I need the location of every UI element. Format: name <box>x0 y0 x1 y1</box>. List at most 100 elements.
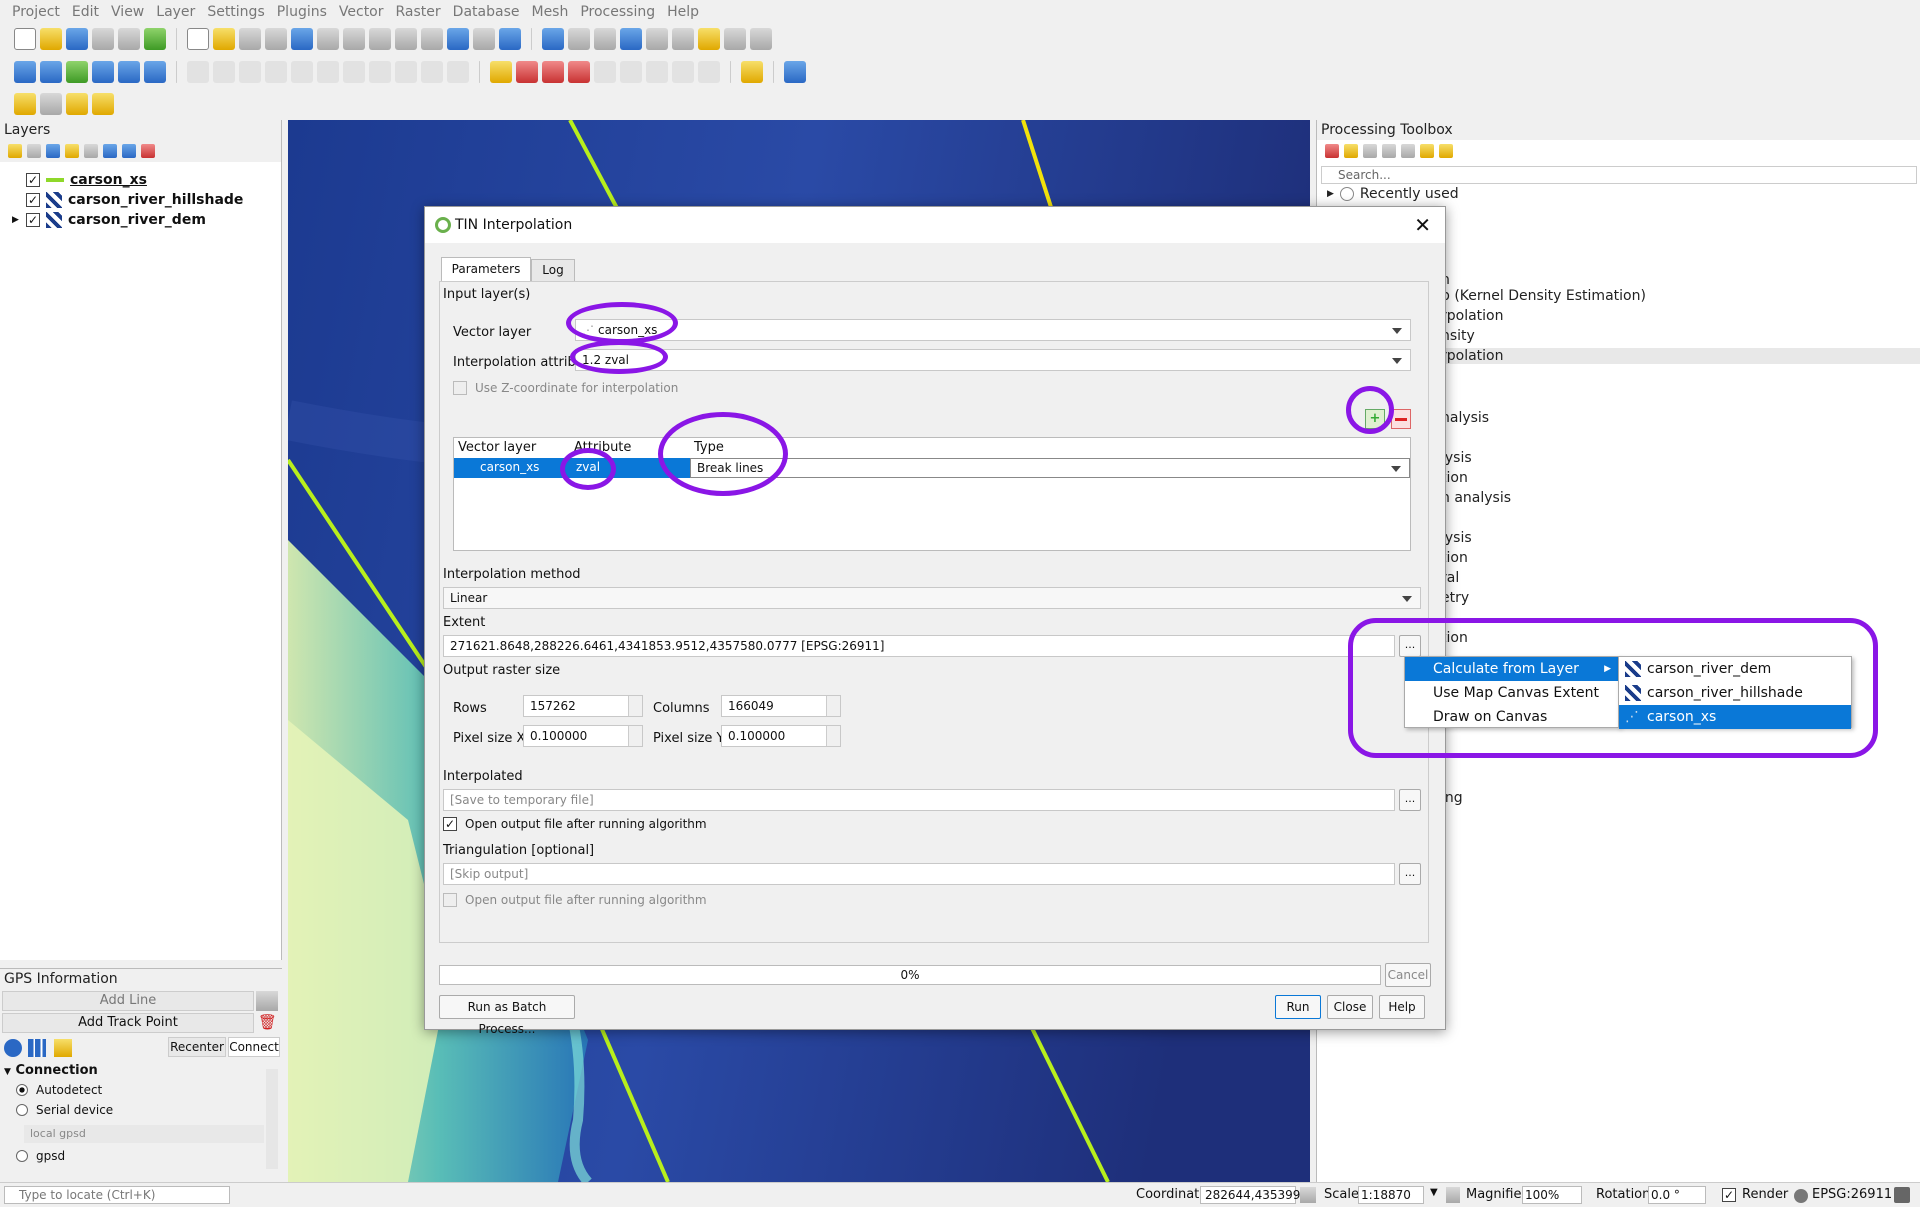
close-icon[interactable]: ✕ <box>1414 213 1431 237</box>
spin-arrows-icon[interactable] <box>826 696 840 716</box>
pixel-size-x-spinbox[interactable]: 0.100000 <box>523 725 643 747</box>
render-checkbox[interactable]: ✓ <box>1722 1188 1736 1202</box>
new-project-icon[interactable] <box>14 28 36 50</box>
zoom-native-icon[interactable] <box>369 28 391 50</box>
info-icon[interactable] <box>4 1039 22 1057</box>
interpolated-browse-button[interactable]: ... <box>1399 789 1421 811</box>
close-button[interactable]: Close <box>1327 995 1373 1019</box>
attribute-table-icon[interactable] <box>568 28 590 50</box>
scripts-icon[interactable] <box>1344 144 1358 158</box>
collapse-all-icon[interactable] <box>122 144 136 158</box>
manage-themes-icon[interactable] <box>46 144 60 158</box>
radio-icon[interactable] <box>16 1104 28 1116</box>
python-console-icon[interactable] <box>741 61 763 83</box>
delete-icon[interactable]: 🗑 <box>258 1013 277 1033</box>
toolbox-options-icon[interactable] <box>1420 144 1434 158</box>
refresh-icon[interactable] <box>499 28 521 50</box>
history-icon[interactable] <box>1363 144 1377 158</box>
statistics-icon[interactable] <box>646 28 668 50</box>
recently-used-item[interactable]: ▶ Recently used <box>1327 186 1459 202</box>
add-layer-icon[interactable] <box>40 61 62 83</box>
radio-selected-icon[interactable] <box>16 1084 28 1096</box>
gps-settings-icon[interactable] <box>54 1039 72 1057</box>
layer-row[interactable]: ▶ ✓ carson_river_dem <box>0 210 281 230</box>
diagram-icon[interactable] <box>672 61 694 83</box>
add-wms-icon[interactable] <box>144 61 166 83</box>
use-z-coordinate-checkbox[interactable]: Use Z-coordinate for interpolation <box>453 381 678 395</box>
run-batch-button[interactable]: Run as Batch Process... <box>439 995 575 1036</box>
open-layer-styling-icon[interactable] <box>8 144 22 158</box>
filter-expression-icon[interactable] <box>84 144 98 158</box>
label-show-icon[interactable] <box>568 61 590 83</box>
zoom-in-icon[interactable] <box>239 28 261 50</box>
edit-features-in-place-icon[interactable] <box>1401 144 1415 158</box>
open-output-checkbox[interactable]: ✓ Open output file after running algorit… <box>443 817 707 831</box>
zoom-full-icon[interactable] <box>291 28 313 50</box>
coordinate-field[interactable]: 282644,4353998 <box>1200 1186 1308 1204</box>
rotation-field[interactable]: 0.0 ° <box>1648 1186 1706 1204</box>
bookmark-icon[interactable] <box>724 28 746 50</box>
label-highlight-icon[interactable] <box>516 61 538 83</box>
toolbox-tree-item[interactable]: n analysis <box>1441 490 1511 506</box>
layer-visibility-checkbox[interactable]: ✓ <box>26 213 40 227</box>
label-tool-icon[interactable] <box>490 61 512 83</box>
print-layout-icon[interactable] <box>118 28 140 50</box>
layer-visibility-checkbox[interactable]: ✓ <box>26 193 40 207</box>
temporal-icon[interactable] <box>473 28 495 50</box>
save-project-icon[interactable] <box>66 28 88 50</box>
menu-processing[interactable]: Processing <box>574 0 661 24</box>
save-edits-icon[interactable] <box>239 61 261 83</box>
zoom-layer-icon[interactable] <box>343 28 365 50</box>
zoom-selection-icon[interactable] <box>317 28 339 50</box>
toolbox-tree-item[interactable]: nalysis <box>1441 410 1489 426</box>
select-location-icon[interactable] <box>92 93 114 115</box>
triangulation-output-input[interactable]: [Skip output] <box>443 863 1395 885</box>
menu-edit[interactable]: Edit <box>66 0 105 24</box>
magnifier-field[interactable]: 100% <box>1522 1186 1582 1204</box>
add-group-icon[interactable] <box>27 144 41 158</box>
select-features-icon[interactable] <box>14 93 36 115</box>
open-output2-checkbox[interactable]: Open output file after running algorithm <box>443 893 707 907</box>
table-row[interactable]: carson_xs zval Break lines <box>454 458 1410 478</box>
toolbox-tree-item[interactable]: p (Kernel Density Estimation) <box>1441 288 1646 304</box>
identify-icon[interactable] <box>542 28 564 50</box>
checkbox-box[interactable] <box>443 893 457 907</box>
checkbox-box[interactable] <box>453 381 467 395</box>
save-as-icon[interactable] <box>92 28 114 50</box>
current-edits-icon[interactable] <box>187 61 209 83</box>
layer-row[interactable]: ✓ carson_river_hillshade <box>0 190 281 210</box>
tab-log[interactable]: Log <box>531 259 575 281</box>
processing-toolbox-icon[interactable] <box>620 28 642 50</box>
style-manager-icon[interactable] <box>144 28 166 50</box>
autodetect-radio[interactable]: Autodetect <box>16 1083 102 1097</box>
crs-button[interactable]: EPSG:26911 <box>1812 1187 1892 1202</box>
spin-arrows-icon[interactable] <box>628 726 642 746</box>
submenu-layer-dem[interactable]: carson_river_dem <box>1619 657 1851 681</box>
draw-on-canvas-item[interactable]: Draw on Canvas <box>1405 705 1619 729</box>
zoom-last-icon[interactable] <box>395 28 417 50</box>
label-properties-icon[interactable] <box>698 61 720 83</box>
paste-icon[interactable] <box>395 61 417 83</box>
label-change-icon[interactable] <box>646 61 668 83</box>
menu-database[interactable]: Database <box>447 0 526 24</box>
add-line-button[interactable]: Add Line <box>2 991 254 1011</box>
toggle-editing-icon[interactable] <box>213 61 235 83</box>
menu-plugins[interactable]: Plugins <box>271 0 333 24</box>
submenu-layer-hillshade[interactable]: carson_river_hillshade <box>1619 681 1851 705</box>
add-layer-plus-icon[interactable]: + <box>1365 409 1385 429</box>
triangulation-browse-button[interactable]: ... <box>1399 863 1421 885</box>
results-viewer-icon[interactable] <box>1382 144 1396 158</box>
label-move-icon[interactable] <box>594 61 616 83</box>
menu-project[interactable]: Project <box>6 0 66 24</box>
menu-view[interactable]: View <box>105 0 150 24</box>
layer-row[interactable]: ✓ carson_xs <box>0 170 281 190</box>
expand-arrow-icon[interactable]: ▶ <box>12 215 20 225</box>
vector-layer-combo[interactable]: ⋰ carson_xs <box>575 319 1411 341</box>
toggle-extents-icon[interactable] <box>1300 1187 1316 1203</box>
toolbox-settings-icon[interactable] <box>1439 144 1453 158</box>
submenu-layer-xs[interactable]: ⋰ carson_xs <box>1619 705 1851 729</box>
zoom-next-icon[interactable] <box>421 28 443 50</box>
label-rotate-icon[interactable] <box>620 61 642 83</box>
map-tips-icon[interactable] <box>698 28 720 50</box>
lock-scale-icon[interactable] <box>1446 1187 1460 1203</box>
